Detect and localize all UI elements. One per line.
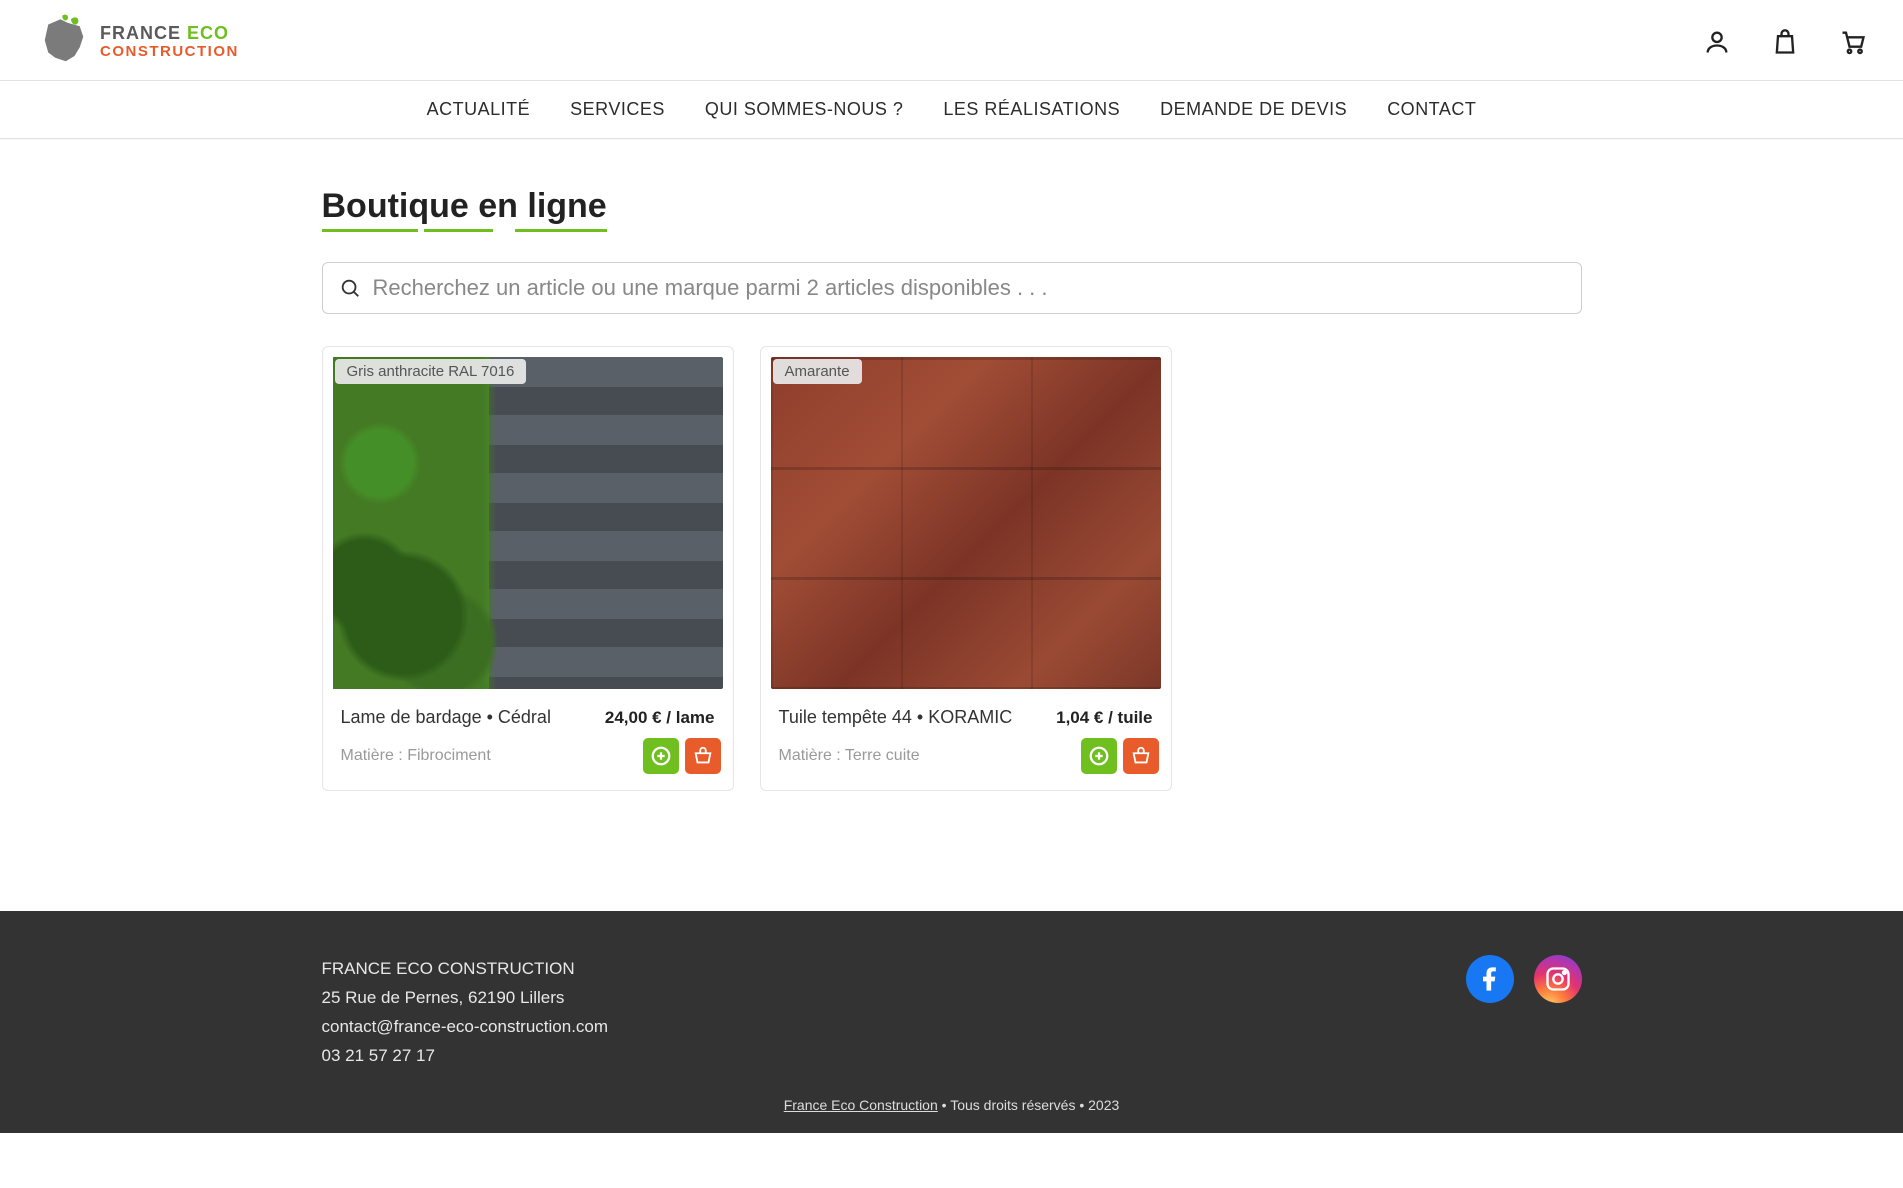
add-button[interactable] (643, 738, 679, 774)
product-name: Tuile tempête 44 • KORAMIC (779, 707, 1013, 728)
footer-rights: • Tous droits réservés • 2023 (938, 1097, 1120, 1113)
product-name: Lame de bardage • Cédral (341, 707, 551, 728)
basket-icon (1130, 745, 1152, 767)
account-icon[interactable] (1703, 28, 1731, 56)
footer-site-link[interactable]: France Eco Construction (784, 1097, 938, 1113)
brand-word-1: FRANCE (100, 23, 181, 43)
search-input[interactable] (373, 275, 1565, 301)
france-map-icon (36, 14, 92, 70)
product-price: 1,04 € / tuile (1056, 708, 1152, 728)
brand-word-2: ECO (187, 23, 229, 43)
add-to-cart-button[interactable] (1123, 738, 1159, 774)
shopping-bag-icon[interactable] (1771, 28, 1799, 56)
product-thumbnail (333, 357, 723, 689)
product-card[interactable]: Gris anthracite RAL 7016 Lame de bardage… (322, 346, 734, 791)
product-material: Matière : Terre cuite (779, 747, 920, 765)
footer-email[interactable]: contact@france-eco-construction.com (322, 1013, 609, 1042)
nav-item-2[interactable]: QUI SOMMES-NOUS ? (705, 99, 904, 119)
nav-item-0[interactable]: ACTUALITÉ (427, 99, 531, 119)
product-thumbnail (771, 357, 1161, 689)
nav-item-3[interactable]: LES RÉALISATIONS (943, 99, 1120, 119)
facebook-icon[interactable] (1466, 955, 1514, 1003)
product-badge: Gris anthracite RAL 7016 (335, 359, 527, 384)
add-button[interactable] (1081, 738, 1117, 774)
footer-address: 25 Rue de Pernes, 62190 Lillers (322, 984, 609, 1013)
add-to-cart-button[interactable] (685, 738, 721, 774)
footer-phone: 03 21 57 27 17 (322, 1042, 609, 1071)
nav-item-1[interactable]: SERVICES (570, 99, 665, 119)
footer-contact: FRANCE ECO CONSTRUCTION 25 Rue de Pernes… (322, 955, 609, 1071)
brand-logo[interactable]: FRANCE ECO CONSTRUCTION (36, 14, 239, 70)
basket-icon (692, 745, 714, 767)
product-material: Matière : Fibrociment (341, 747, 491, 765)
brand-word-3: CONSTRUCTION (100, 44, 239, 61)
nav-item-5[interactable]: CONTACT (1387, 99, 1476, 119)
instagram-icon[interactable] (1534, 955, 1582, 1003)
search-box[interactable] (322, 262, 1582, 314)
footer-bottom: France Eco Construction • Tous droits ré… (0, 1097, 1903, 1133)
product-badge: Amarante (773, 359, 862, 384)
search-icon (339, 277, 361, 299)
nav-item-4[interactable]: DEMANDE DE DEVIS (1160, 99, 1347, 119)
product-price: 24,00 € / lame (605, 708, 715, 728)
plus-circle-icon (1088, 745, 1110, 767)
footer-company: FRANCE ECO CONSTRUCTION (322, 955, 609, 984)
main-nav: ACTUALITÉ SERVICES QUI SOMMES-NOUS ? LES RÉ… (0, 80, 1903, 139)
product-card[interactable]: Amarante Tuile tempête 44 • KORAMIC 1,04… (760, 346, 1172, 791)
cart-icon[interactable] (1839, 28, 1867, 56)
page-title: Boutique en ligne (322, 187, 607, 225)
plus-circle-icon (650, 745, 672, 767)
